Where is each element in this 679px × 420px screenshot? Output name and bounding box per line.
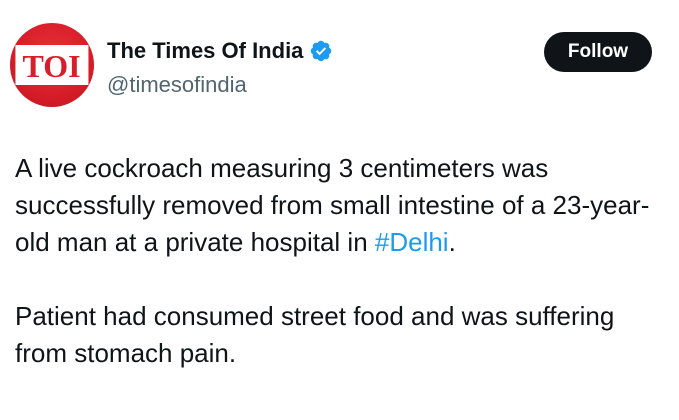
tweet-text-part: A live cockroach measuring 3 centimeters… — [15, 153, 650, 257]
tweet-card: TOI The Times Of India @timesofindia Fol… — [0, 0, 679, 420]
verified-badge-icon — [309, 39, 333, 63]
tweet-body: A live cockroach measuring 3 centimeters… — [15, 150, 670, 372]
follow-button[interactable]: Follow — [544, 32, 652, 72]
hashtag-link[interactable]: #Delhi — [375, 227, 449, 257]
tweet-paragraph-1: A live cockroach measuring 3 centimeters… — [15, 150, 670, 261]
display-name[interactable]: The Times Of India — [107, 38, 303, 64]
avatar[interactable]: TOI — [10, 23, 94, 107]
tweet-text-part: . — [448, 227, 456, 257]
tweet-paragraph-2: Patient had consumed street food and was… — [15, 301, 615, 368]
user-handle[interactable]: @timesofindia — [107, 72, 247, 98]
toi-logo: TOI — [17, 47, 87, 83]
author-name-row: The Times Of India — [107, 36, 333, 66]
